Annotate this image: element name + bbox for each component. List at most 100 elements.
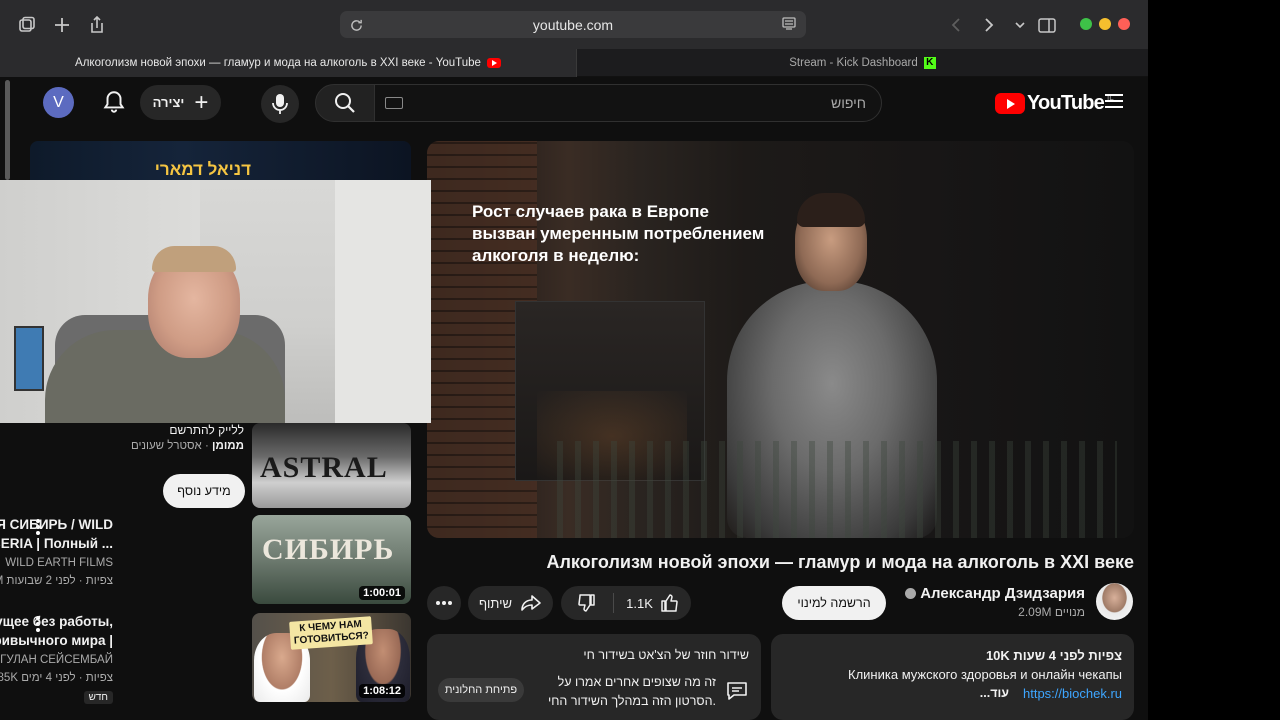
share-label: שיתוף (478, 595, 513, 611)
related-meta: 1.4M צפיות · לפני 2 שבועות (0, 575, 113, 587)
reader-mode-icon[interactable] (782, 16, 798, 32)
description-link[interactable]: https://biochek.ru (1023, 686, 1122, 701)
related-channel[interactable]: МАРГУЛАН СЕЙСЕМБАЙ (0, 654, 113, 666)
ad-line: ללייק להתרשם (169, 423, 244, 437)
tab-bar: Алкоголизм новой эпохи — гламур и мода н… (0, 49, 1148, 77)
sidebar-ad-banner[interactable]: דניאל דמארי (30, 141, 411, 183)
account-avatar[interactable]: V (43, 87, 74, 118)
video-duration: 1:00:01 (359, 586, 405, 600)
like-dislike-group: 1.1K (561, 586, 691, 620)
create-label: יצירה (152, 95, 185, 110)
related-title-line2[interactable]: ... езней и привычного мира | (0, 633, 113, 648)
tab-kick-dashboard[interactable]: Stream - Kick Dashboard K (576, 49, 1148, 77)
youtube-logo[interactable]: YouTube IL (995, 92, 1114, 114)
chat-panel-title: שידור חוזר של הצ'אט בשידור חי (583, 648, 749, 662)
thumbnail-text: СИБИРЬ (262, 533, 395, 566)
verified-badge-icon (905, 587, 917, 599)
webcam-person-hair (152, 246, 236, 272)
subscriber-count: 2.09M מנויים (1018, 605, 1085, 619)
ad-meta: ממומן · אסטרל שעונים (131, 440, 244, 452)
create-button[interactable]: יצירה + (140, 85, 221, 120)
thumbs-down-icon (578, 594, 595, 612)
youtube-play-logo-icon (995, 92, 1025, 114)
screen: youtube.com Алкоголизм новой эпохи — гла… (0, 0, 1280, 720)
browser-window: youtube.com Алкоголизм новой эпохи — гла… (0, 0, 1148, 720)
related-meta: 85K צפיות · לפני 4 ימים (0, 672, 113, 684)
related-title-line1[interactable]: Будущее без работы, (0, 614, 113, 629)
url-text: youtube.com (532, 16, 614, 33)
window-minimize-button[interactable] (1099, 18, 1111, 30)
back-icon[interactable] (943, 12, 969, 38)
learn-more-button[interactable]: מידע נוסף (163, 474, 245, 508)
like-count: 1.1K (626, 595, 653, 611)
more-horizontal-icon (436, 601, 452, 605)
sidebar-scrollbar[interactable] (5, 80, 10, 180)
ad-thumbnail[interactable]: ASTRAL (252, 423, 411, 508)
outer-background (1148, 0, 1280, 720)
tab-title: Алкоголизм новой эпохи — гламур и мода н… (75, 57, 481, 69)
video-player[interactable]: Рост случаев рака в Европе вызван умерен… (427, 141, 1134, 538)
browser-toolbar: youtube.com (0, 0, 1148, 49)
show-more-link[interactable]: ...עוד (980, 686, 1009, 700)
chat-bubble-icon (727, 682, 747, 700)
new-tab-icon[interactable] (49, 12, 75, 38)
share-icon[interactable] (84, 12, 110, 38)
open-panel-button[interactable]: פתיחת החלונית (438, 678, 524, 702)
related-channel[interactable]: WILD EARTH FILMS (5, 557, 113, 569)
keyboard-icon[interactable] (385, 97, 403, 109)
video-title: Алкоголизм новой эпохи — гламур и мода н… (546, 552, 1134, 572)
description-link-line: https://biochek.ru (1023, 686, 1122, 701)
subscribe-button[interactable]: הרשמה למינוי (782, 586, 886, 620)
forward-icon[interactable] (976, 12, 1002, 38)
thumbnail-text: К ЧЕМУ НАМ ГОТОВИТЬСЯ? (289, 616, 373, 650)
plus-icon: + (194, 88, 209, 116)
youtube-header: V יצירה + חיפוש YouTube IL (0, 77, 1148, 129)
bottles (557, 441, 1117, 538)
dislike-button[interactable] (561, 586, 613, 620)
tab-youtube[interactable]: Алкоголизм новой эпохи — гламур и мода н… (0, 49, 576, 77)
video-overlay-text: Рост случаев рака в Европе вызван умерен… (472, 202, 765, 265)
notifications-bell-icon[interactable] (101, 89, 127, 115)
ad-channel: אסטרל שעונים (130, 440, 202, 452)
channel-avatar[interactable] (1096, 583, 1133, 620)
sidebar-toggle-icon[interactable] (1034, 12, 1060, 38)
share-button[interactable]: שיתוף (468, 586, 553, 620)
view-stats: 10K צפיות לפני 4 שעות (985, 648, 1122, 663)
webcam-overlay (0, 180, 431, 423)
search-input[interactable]: חיפוש (374, 84, 882, 122)
logo-text: YouTube (1027, 91, 1105, 114)
youtube-favicon-icon (486, 58, 501, 68)
presenter-hair (797, 193, 865, 227)
related-title-line1[interactable]: ДИКАЯ СИБИРЬ / WILD (0, 517, 113, 532)
related-thumbnail[interactable]: К ЧЕМУ НАМ ГОТОВИТЬСЯ? 1:08:12 (252, 613, 411, 702)
description-panel[interactable]: 10K צפיות לפני 4 שעות Клиника мужского з… (771, 634, 1134, 720)
like-button[interactable]: 1.1K (614, 586, 691, 620)
share-arrow-icon (521, 595, 541, 611)
window-close-button[interactable] (1118, 18, 1130, 30)
channel-name: МАРГУЛАН СЕЙСЕМБАЙ (0, 654, 113, 666)
search-icon (335, 93, 355, 113)
chat-panel-body1: זה מה שצופים אחרים אמרו על (557, 675, 716, 689)
tab-overview-icon[interactable] (14, 12, 40, 38)
voice-search-button[interactable] (261, 85, 299, 123)
related-title-line2[interactable]: SIBERIA | Полный ... (0, 536, 113, 551)
chevron-down-icon[interactable] (1007, 12, 1033, 38)
channel-name-text: Александр Дзидзария (920, 585, 1085, 602)
tab-title: Stream - Kick Dashboard (789, 57, 918, 69)
reload-icon[interactable] (346, 15, 366, 35)
ad-thumbnail-text: ASTRAL (260, 451, 388, 484)
webcam-door (335, 180, 431, 423)
channel-name[interactable]: Александр Дзидзария (890, 585, 1085, 602)
ad-banner-title: דניאל דמארי (154, 160, 251, 179)
menu-hamburger-icon[interactable] (1105, 94, 1123, 110)
video-duration: 1:08:12 (359, 684, 405, 698)
ad-sponsor: ממומן (212, 440, 244, 452)
new-badge: חדש (83, 691, 113, 704)
address-bar[interactable]: youtube.com (340, 11, 806, 38)
search-button[interactable] (315, 84, 375, 122)
window-zoom-button[interactable] (1080, 18, 1092, 30)
related-thumbnail[interactable]: СИБИРЬ 1:00:01 (252, 515, 411, 604)
kick-favicon-icon: K (923, 57, 936, 69)
thumbs-up-icon (661, 594, 678, 612)
more-actions-button[interactable] (427, 586, 461, 620)
